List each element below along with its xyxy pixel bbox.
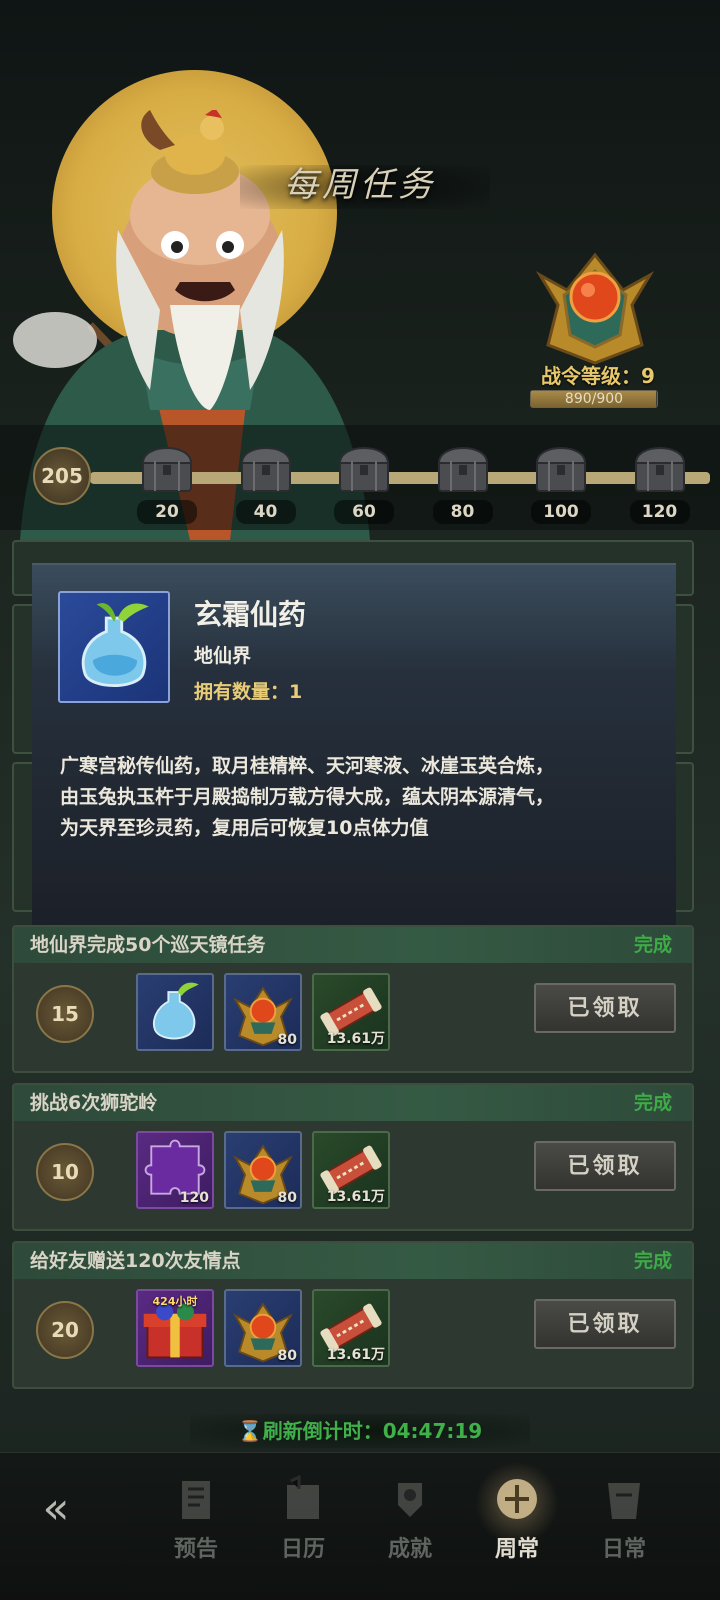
calendar-icon: [287, 1475, 319, 1519]
reward-slot[interactable]: 80: [224, 1289, 302, 1367]
weekly-icon: [497, 1479, 537, 1519]
quest-points-coin: 20: [36, 1301, 94, 1359]
item-realm: 地仙界: [194, 645, 252, 667]
nav-tab-label: 预告: [173, 1537, 218, 1562]
reward-count: 13.61万: [326, 1189, 385, 1205]
hourglass-icon: ⌛: [237, 1419, 263, 1443]
item-description: 广寒宫秘传仙药，取月桂精粹、天河寒液、冰崖玉英合炼， 由玉兔执玉杵于月殿捣制万载…: [60, 751, 650, 844]
description-line: 为天界至珍灵药，复用后可恢复10点体力值: [60, 817, 429, 839]
reward-slot[interactable]: 13.61万: [312, 1289, 390, 1367]
milestone-chest-icon[interactable]: [531, 437, 591, 497]
refresh-countdown-text: 刷新倒计时：04:47:19: [262, 1419, 483, 1443]
milestone-chest-icon[interactable]: [334, 437, 394, 497]
reward-slot[interactable]: 13.61万: [312, 973, 390, 1051]
xp-progress-bar: 890/900: [530, 390, 658, 408]
reward-tag: 424小时: [152, 1295, 198, 1308]
refresh-countdown: ⌛刷新倒计时：04:47:19: [190, 1414, 530, 1448]
reward-slot[interactable]: 424小时: [136, 1289, 214, 1367]
quest-card: 地仙界完成50个巡天镜任务 完成 15 80 13.61万 已领取: [12, 925, 694, 1073]
milestone-chest-icon[interactable]: [630, 437, 690, 497]
reward-count: 13.61万: [326, 1347, 385, 1363]
preview-icon: [182, 1481, 210, 1519]
bottom-nav: « 预告 日历 成就 周常 日常: [0, 1452, 720, 1600]
reward-slot[interactable]: 80: [224, 973, 302, 1051]
milestone-label: 60: [334, 500, 394, 524]
reward-count: 120: [179, 1190, 209, 1206]
reward-slot[interactable]: 80: [224, 1131, 302, 1209]
description-line: 广寒宫秘传仙药，取月桂精粹、天河寒液、冰崖玉英合炼，: [60, 755, 555, 777]
achievement-icon: [398, 1483, 422, 1517]
current-points-coin: 205: [33, 447, 91, 505]
nav-tab-label: 周常: [494, 1537, 539, 1562]
milestone-label: 40: [235, 500, 296, 524]
nav-tab-label: 日常: [601, 1537, 646, 1562]
claimed-button[interactable]: 已领取: [534, 983, 676, 1033]
claimed-button[interactable]: 已领取: [534, 1141, 676, 1191]
potion-icon: [138, 982, 212, 1049]
milestone-label: 100: [531, 500, 591, 524]
battle-pass-level: 战令等级：9: [541, 364, 655, 388]
item-name: 玄霜仙药: [194, 598, 307, 631]
claimed-button[interactable]: 已领取: [534, 1299, 676, 1349]
xp-text: 890/900: [564, 391, 624, 407]
nav-tab-label: 日历: [280, 1537, 325, 1562]
reward-slot[interactable]: 120: [136, 1131, 214, 1209]
quest-points-coin: 15: [36, 985, 94, 1043]
quest-card: 挑战6次狮驼岭 完成 10 120 80 13.61万 已领取: [12, 1083, 694, 1231]
milestone-chest-icon[interactable]: [137, 437, 197, 497]
milestone-label: 20: [137, 500, 197, 524]
potion-icon: [58, 591, 170, 703]
daily-icon: [608, 1483, 640, 1519]
quest-status: 完成: [633, 1250, 672, 1272]
quest-title: 挑战6次狮驼岭: [30, 1092, 158, 1114]
page-title: 每周任务: [284, 165, 436, 205]
nav-tab-4[interactable]: 日常: [578, 1469, 670, 1589]
quest-title: 给好友赠送120次友情点: [30, 1250, 241, 1272]
quest-points-coin: 10: [36, 1143, 94, 1201]
item-owned-count: 拥有数量：1: [194, 681, 303, 703]
reward-count: 13.61万: [326, 1031, 385, 1047]
description-line: 由玉兔执玉杵于月殿捣制万载方得大成，蕴太阴本源清气，: [60, 786, 555, 808]
nav-tab-2[interactable]: 成就: [364, 1469, 456, 1589]
nav-tab-0[interactable]: 预告: [150, 1469, 242, 1589]
item-detail-popup[interactable]: 玄霜仙药 地仙界 拥有数量：1 广寒宫秘传仙药，取月桂精粹、天河寒液、冰崖玉英合…: [32, 563, 676, 925]
reward-slot[interactable]: 13.61万: [312, 1131, 390, 1209]
reward-count: 80: [277, 1032, 297, 1048]
quest-status: 完成: [633, 1092, 672, 1114]
nav-tab-1[interactable]: 日历: [257, 1469, 349, 1589]
milestone-chest-icon[interactable]: [433, 437, 493, 497]
milestone-label: 120: [629, 500, 690, 524]
quest-status: 完成: [633, 934, 672, 956]
milestone-label: 80: [432, 500, 493, 524]
reward-count: 80: [277, 1348, 297, 1364]
battle-pass-emblem-icon: [535, 252, 655, 365]
quest-card: 给好友赠送120次友情点 完成 20 424小时 80 13.61万 已领取: [12, 1241, 694, 1389]
gift-box-icon: [138, 1303, 212, 1365]
nav-tab-label: 成就: [387, 1537, 432, 1562]
quest-title: 地仙界完成50个巡天镜任务: [30, 934, 266, 956]
nav-tab-3[interactable]: 周常: [471, 1461, 563, 1589]
milestone-chest-icon[interactable]: [236, 437, 296, 497]
reward-slot[interactable]: [136, 973, 214, 1051]
back-arrow-icon[interactable]: «: [28, 1481, 84, 1537]
reward-count: 80: [277, 1190, 297, 1206]
